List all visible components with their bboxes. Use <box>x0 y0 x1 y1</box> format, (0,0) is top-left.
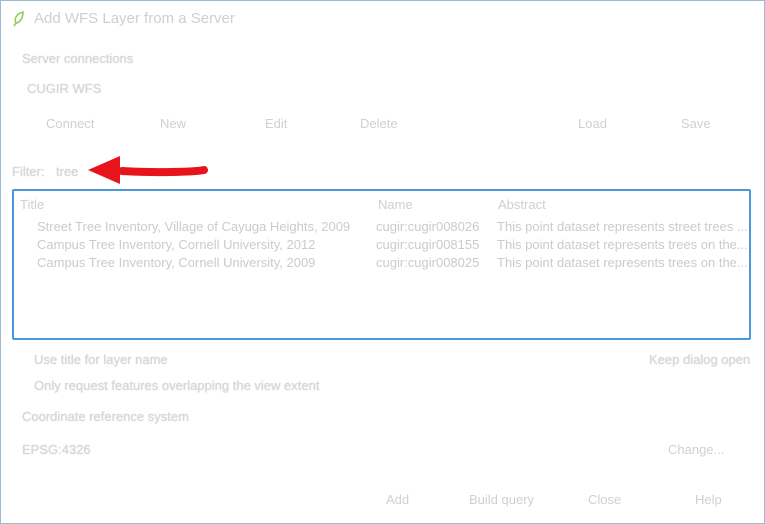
server-connections-label: Server connections <box>22 51 134 66</box>
use-title-checkbox[interactable]: Use title for layer name <box>34 352 168 367</box>
table-row-3-name[interactable]: cugir:cugir008025 <box>376 255 479 270</box>
leaf-icon <box>13 11 24 27</box>
filter-label: Filter: <box>12 164 45 179</box>
change-crs-button[interactable]: Change... <box>668 442 724 457</box>
table-row-2-abstract[interactable]: This point dataset represents trees on t… <box>497 237 748 252</box>
table-row-1-title[interactable]: Street Tree Inventory, Village of Cayuga… <box>37 219 350 234</box>
close-button[interactable]: Close <box>588 492 621 507</box>
filter-input[interactable]: tree <box>56 164 78 179</box>
crs-value: EPSG:4326 <box>22 442 91 457</box>
connect-button[interactable]: Connect <box>46 116 94 131</box>
window-title: Add WFS Layer from a Server <box>34 10 235 27</box>
delete-button[interactable]: Delete <box>360 116 398 131</box>
table-row-1-name[interactable]: cugir:cugir008026 <box>376 219 479 234</box>
new-button[interactable]: New <box>160 116 186 131</box>
crs-label: Coordinate reference system <box>22 409 189 424</box>
column-header-name[interactable]: Name <box>378 197 413 212</box>
table-row-3-title[interactable]: Campus Tree Inventory, Cornell Universit… <box>37 255 315 270</box>
table-row-2-name[interactable]: cugir:cugir008155 <box>376 237 479 252</box>
build-query-button[interactable]: Build query <box>469 492 534 507</box>
column-header-abstract[interactable]: Abstract <box>498 197 546 212</box>
only-request-extent-checkbox[interactable]: Only request features overlapping the vi… <box>34 378 319 393</box>
red-arrow-icon <box>88 156 208 184</box>
table-row-1-abstract[interactable]: This point dataset represents street tre… <box>497 219 748 234</box>
edit-button[interactable]: Edit <box>265 116 287 131</box>
keep-dialog-open-checkbox[interactable]: Keep dialog open <box>649 352 750 367</box>
add-button[interactable]: Add <box>386 492 409 507</box>
connection-select[interactable]: CUGIR WFS <box>27 81 101 96</box>
save-button[interactable]: Save <box>681 116 711 131</box>
help-button[interactable]: Help <box>695 492 722 507</box>
table-row-2-title[interactable]: Campus Tree Inventory, Cornell Universit… <box>37 237 315 252</box>
load-button[interactable]: Load <box>578 116 607 131</box>
column-header-title[interactable]: Title <box>20 197 44 212</box>
table-row-3-abstract[interactable]: This point dataset represents trees on t… <box>497 255 748 270</box>
